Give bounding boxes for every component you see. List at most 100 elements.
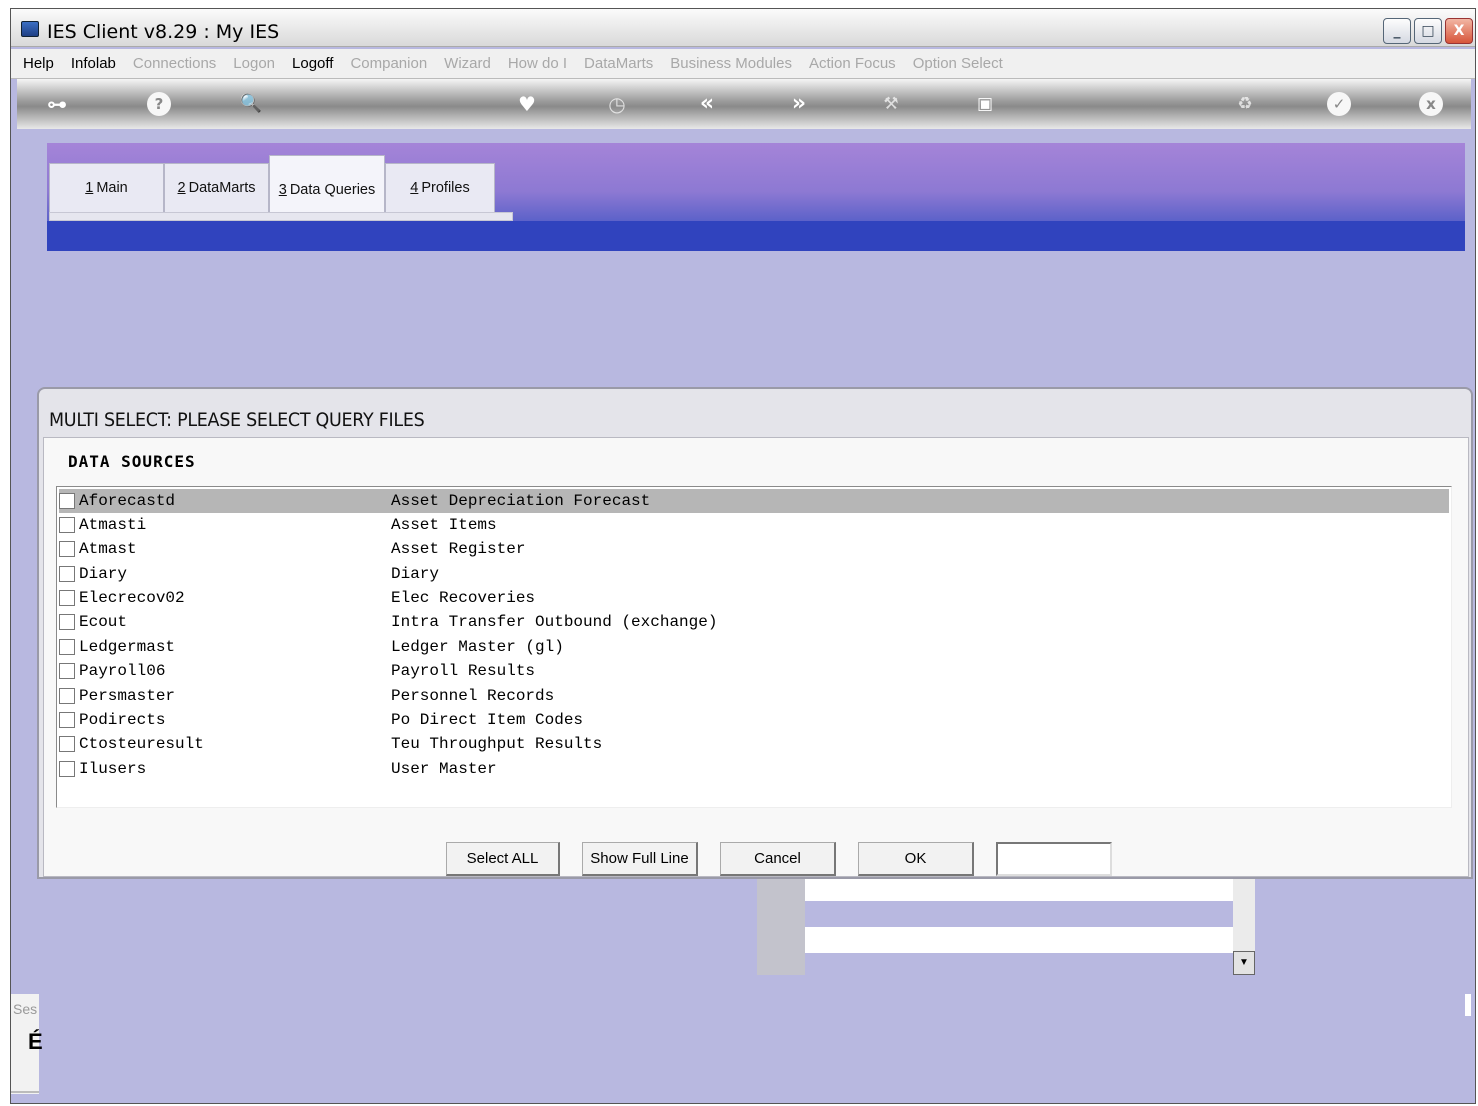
- title-bar[interactable]: IES Client v8.29 : My IES _ □ X: [11, 9, 1475, 47]
- row-code: Atmasti: [79, 516, 147, 534]
- list-item[interactable]: Atmasti Asset Items: [59, 513, 1449, 537]
- scroll-down-icon[interactable]: ▼: [1233, 951, 1255, 975]
- query-file-list[interactable]: Aforecastd Asset Depreciation Forecast At…: [56, 486, 1452, 808]
- back-icon[interactable]: «: [695, 92, 719, 116]
- right-edge-panel: [1465, 994, 1471, 1016]
- search-icon[interactable]: 🔍: [239, 92, 263, 116]
- row-code: Podirects: [79, 711, 166, 729]
- recycle-icon[interactable]: ♻: [1233, 92, 1257, 116]
- list-item[interactable]: Ledgermast Ledger Master (gl): [59, 635, 1449, 659]
- row-description: Asset Items: [391, 516, 497, 534]
- row-description: Asset Register: [391, 540, 526, 558]
- row-checkbox[interactable]: [59, 541, 75, 557]
- menu-bar: Help Infolab Connections Logon Logoff Co…: [11, 49, 1475, 79]
- menu-action-focus[interactable]: Action Focus: [809, 55, 896, 72]
- menu-infolab[interactable]: Infolab: [71, 55, 116, 72]
- heart-icon[interactable]: ♥: [515, 92, 539, 116]
- list-item[interactable]: Ecout Intra Transfer Outbound (exchange): [59, 610, 1449, 634]
- row-checkbox[interactable]: [59, 736, 75, 752]
- dialog-body: DATA SOURCES Aforecastd Asset Depreciatio…: [43, 437, 1469, 877]
- show-full-line-button[interactable]: Show Full Line: [582, 842, 698, 876]
- tab-data-queries[interactable]: 3 Data Queries: [269, 155, 385, 213]
- row-code: Ilusers: [79, 760, 147, 778]
- cancel-button[interactable]: Cancel: [720, 842, 836, 876]
- menu-logoff[interactable]: Logoff: [292, 55, 333, 72]
- background-field-1: [805, 879, 1233, 901]
- menu-wizard[interactable]: Wizard: [444, 55, 491, 72]
- row-checkbox[interactable]: [59, 688, 75, 704]
- forward-icon[interactable]: »: [787, 92, 811, 116]
- menu-how-do-i[interactable]: How do I: [508, 55, 567, 72]
- list-item[interactable]: Ilusers User Master: [59, 757, 1449, 781]
- row-description: Diary: [391, 565, 440, 583]
- row-description: Asset Depreciation Forecast: [391, 492, 651, 510]
- key-icon[interactable]: ⊶: [45, 92, 69, 116]
- row-checkbox[interactable]: [59, 614, 75, 630]
- row-checkbox[interactable]: [59, 517, 75, 533]
- select-all-button[interactable]: Select ALL: [446, 842, 560, 876]
- list-item[interactable]: Payroll06 Payroll Results: [59, 659, 1449, 683]
- row-code: Diary: [79, 565, 128, 583]
- filter-input[interactable]: [996, 842, 1112, 876]
- background-field-2: [805, 927, 1233, 953]
- menu-logon[interactable]: Logon: [233, 55, 275, 72]
- row-checkbox[interactable]: [59, 639, 75, 655]
- row-description: Elec Recoveries: [391, 589, 536, 607]
- minimize-button[interactable]: _: [1383, 18, 1411, 44]
- row-checkbox[interactable]: [59, 663, 75, 679]
- menu-datamarts[interactable]: DataMarts: [584, 55, 653, 72]
- list-item[interactable]: Aforecastd Asset Depreciation Forecast: [59, 489, 1449, 513]
- ok-button[interactable]: OK: [858, 842, 974, 876]
- menu-companion[interactable]: Companion: [350, 55, 427, 72]
- row-checkbox[interactable]: [59, 712, 75, 728]
- maximize-button[interactable]: □: [1414, 18, 1442, 44]
- tools-icon[interactable]: ⚒: [879, 92, 903, 116]
- row-code: Atmast: [79, 540, 137, 558]
- close-icon[interactable]: x: [1419, 92, 1443, 116]
- help-icon[interactable]: ?: [147, 92, 171, 116]
- menu-option-select[interactable]: Option Select: [913, 55, 1003, 72]
- status-glyph: É: [28, 1029, 43, 1054]
- status-label: Ses: [13, 1001, 38, 1017]
- row-description: Po Direct Item Codes: [391, 711, 584, 729]
- menu-connections[interactable]: Connections: [133, 55, 216, 72]
- tab-profiles[interactable]: 4 Profiles: [385, 163, 495, 213]
- background-panel: [757, 879, 805, 975]
- check-icon[interactable]: ✓: [1327, 92, 1351, 116]
- chip-icon[interactable]: ▣: [973, 92, 997, 116]
- menu-help[interactable]: Help: [23, 55, 54, 72]
- row-description: Payroll Results: [391, 662, 536, 680]
- tab-main-number: 1: [85, 180, 94, 196]
- tab-main[interactable]: 1 Main: [49, 163, 164, 213]
- dialog-title: MULTI SELECT: PLEASE SELECT QUERY FILES: [49, 409, 425, 431]
- list-item[interactable]: Persmaster Personnel Records: [59, 684, 1449, 708]
- close-button[interactable]: X: [1445, 18, 1473, 44]
- row-code: Ecout: [79, 613, 128, 631]
- clock-icon[interactable]: ◷: [605, 92, 629, 116]
- row-code: Ctosteuresult: [79, 735, 204, 753]
- row-code: Payroll06: [79, 662, 166, 680]
- list-item[interactable]: Elecrecov02 Elec Recoveries: [59, 586, 1449, 610]
- menu-business-modules[interactable]: Business Modules: [670, 55, 792, 72]
- multi-select-dialog: MULTI SELECT: PLEASE SELECT QUERY FILES …: [37, 387, 1473, 879]
- data-sources-label: DATA SOURCES: [68, 452, 196, 471]
- tab-bar: 1 Main 2 DataMarts 3 Data Queries 4 Profiles: [49, 155, 495, 213]
- header-band-bottom: [47, 221, 1465, 251]
- row-checkbox[interactable]: [59, 590, 75, 606]
- tab-profiles-number: 4: [410, 180, 419, 196]
- row-code: Persmaster: [79, 687, 176, 705]
- row-checkbox[interactable]: [59, 493, 75, 509]
- app-icon: [21, 21, 39, 37]
- tab-datamarts[interactable]: 2 DataMarts: [164, 163, 269, 213]
- list-item[interactable]: Diary Diary: [59, 562, 1449, 586]
- tab-datamarts-number: 2: [177, 180, 186, 196]
- list-item[interactable]: Atmast Asset Register: [59, 537, 1449, 561]
- row-checkbox[interactable]: [59, 566, 75, 582]
- list-item[interactable]: Ctosteuresult Teu Throughput Results: [59, 732, 1449, 756]
- row-code: Ledgermast: [79, 638, 176, 656]
- row-description: Teu Throughput Results: [391, 735, 603, 753]
- tabs-underline: [49, 212, 513, 221]
- list-item[interactable]: Podirects Po Direct Item Codes: [59, 708, 1449, 732]
- row-checkbox[interactable]: [59, 761, 75, 777]
- row-code: Elecrecov02: [79, 589, 185, 607]
